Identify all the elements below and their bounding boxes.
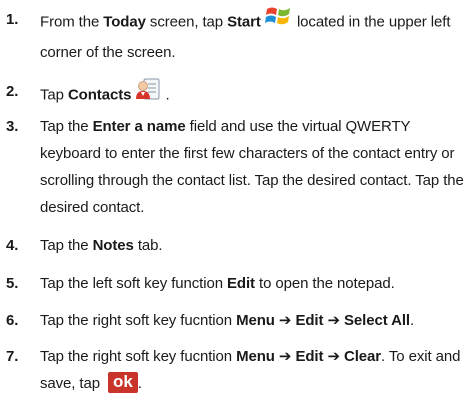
step-number: 5. <box>6 275 19 292</box>
arrow-icon: ➔ <box>274 348 296 365</box>
enter-name-label: Enter a name <box>92 118 186 135</box>
arrow-icon: ➔ <box>323 348 344 365</box>
clear-label: Clear <box>344 348 382 365</box>
arrow-icon: ➔ <box>274 312 296 329</box>
menu-label: Menu <box>236 312 275 329</box>
edit-label: Edit <box>295 348 324 365</box>
edit-label: Edit <box>227 275 255 292</box>
ok-button-icon: ok <box>108 371 138 393</box>
start-label: Start <box>227 13 261 31</box>
step-text: From the Today screen, tap Start located… <box>40 6 466 66</box>
step-number: 1. <box>6 11 19 28</box>
notes-label: Notes <box>92 237 134 254</box>
arrow-icon: ➔ <box>323 312 344 329</box>
step-5: 5. Tap the left soft key function Edit t… <box>0 270 472 297</box>
contacts-icon <box>135 76 161 111</box>
contacts-label: Contacts <box>67 86 132 104</box>
step-number: 2. <box>6 83 19 100</box>
step-text: Tap the right soft key fucntion Menu ➔ E… <box>40 348 461 393</box>
step-2: 2. Tap Contacts . <box>0 78 472 113</box>
step-4: 4. Tap the Notes tab. <box>0 232 472 259</box>
step-text: Tap the right soft key fucntion Menu ➔ E… <box>40 312 415 329</box>
step-number: 7. <box>6 348 19 365</box>
step-text: Tap Contacts . <box>40 78 466 113</box>
step-3: 3. Tap the Enter a name field and use th… <box>0 113 472 221</box>
step-text: Tap the left soft key function Edit to o… <box>40 275 395 292</box>
step-number: 4. <box>6 237 19 254</box>
step-number: 3. <box>6 118 19 135</box>
step-text: Tap the Enter a name field and use the v… <box>40 118 464 216</box>
step-number: 6. <box>6 312 19 329</box>
menu-label: Menu <box>236 348 275 365</box>
today-label: Today <box>103 13 146 31</box>
select-all-label: Select All <box>344 312 410 329</box>
edit-label: Edit <box>295 312 324 329</box>
step-7: 7. Tap the right soft key fucntion Menu … <box>0 343 472 397</box>
step-6: 6. Tap the right soft key fucntion Menu … <box>0 307 472 334</box>
windows-start-icon <box>264 4 293 37</box>
instruction-steps: 1. From the Today screen, tap Start loca… <box>0 0 472 398</box>
step-1: 1. From the Today screen, tap Start loca… <box>0 6 472 66</box>
step-text: Tap the Notes tab. <box>40 237 163 254</box>
